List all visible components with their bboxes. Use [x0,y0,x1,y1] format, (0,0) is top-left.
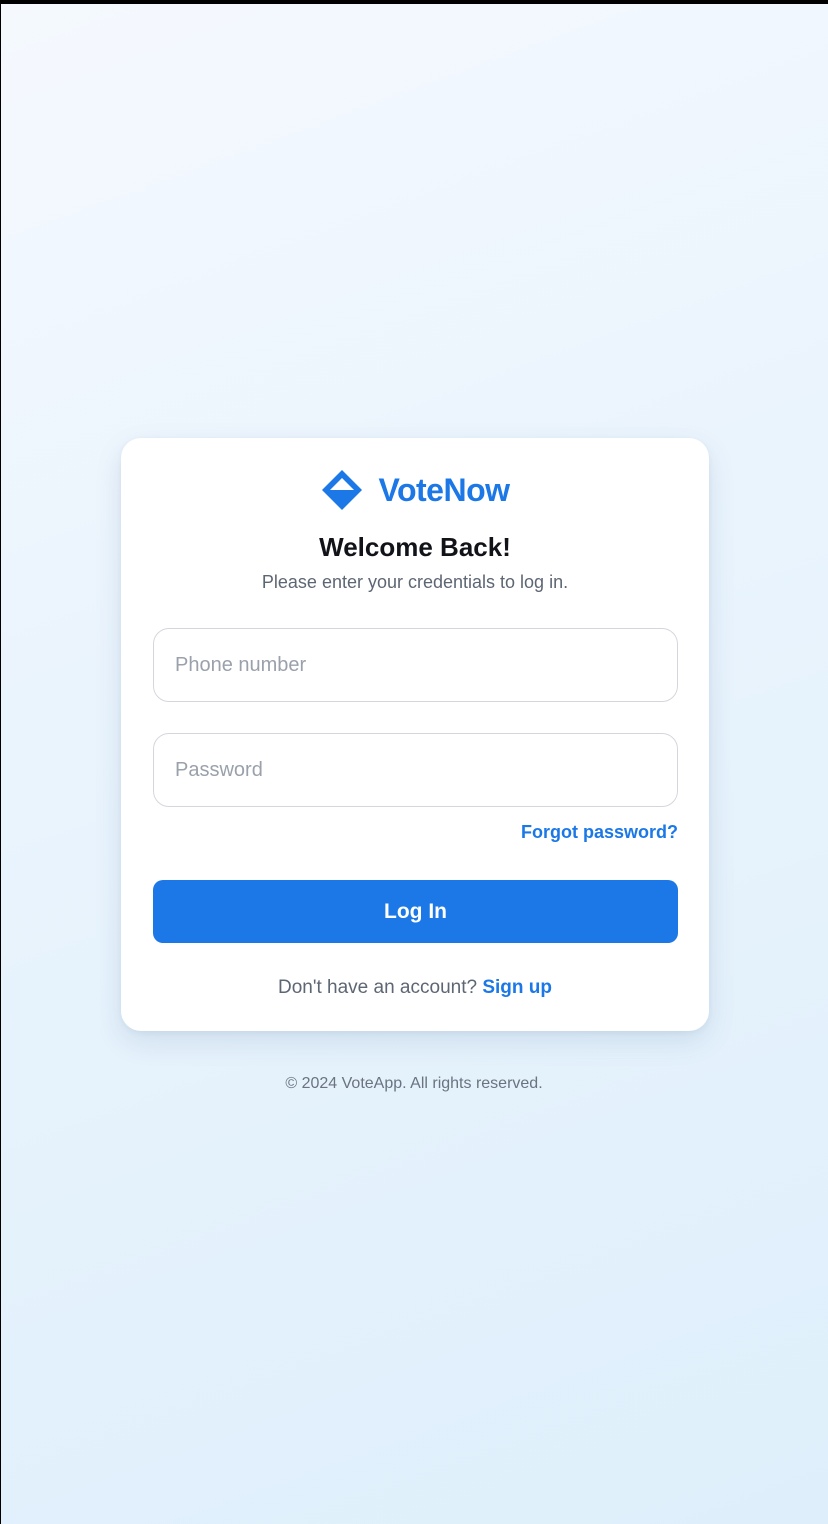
page-title: Welcome Back! [319,532,511,562]
top-edge-bar [0,0,828,4]
password-input[interactable] [153,733,678,807]
brand-name: VoteNow [378,471,510,508]
diamond-ballot-icon [320,468,364,512]
signup-prompt: Don't have an account? [278,977,483,998]
brand-header: VoteNow [121,468,709,512]
forgot-password-link[interactable]: Forgot password? [521,822,678,843]
page-subtitle: Please enter your credentials to log in. [261,572,569,592]
footer-copyright: © 2024 VoteApp. All rights reserved. [285,1075,543,1092]
phone-number-input[interactable] [153,628,678,702]
left-edge-border [0,0,1,1524]
login-card: VoteNow Welcome Back! Please enter your … [121,438,709,1031]
login-button[interactable]: Log In [153,880,678,943]
signup-row: Don't have an account? Sign up [121,977,709,999]
signup-link[interactable]: Sign up [482,977,552,998]
